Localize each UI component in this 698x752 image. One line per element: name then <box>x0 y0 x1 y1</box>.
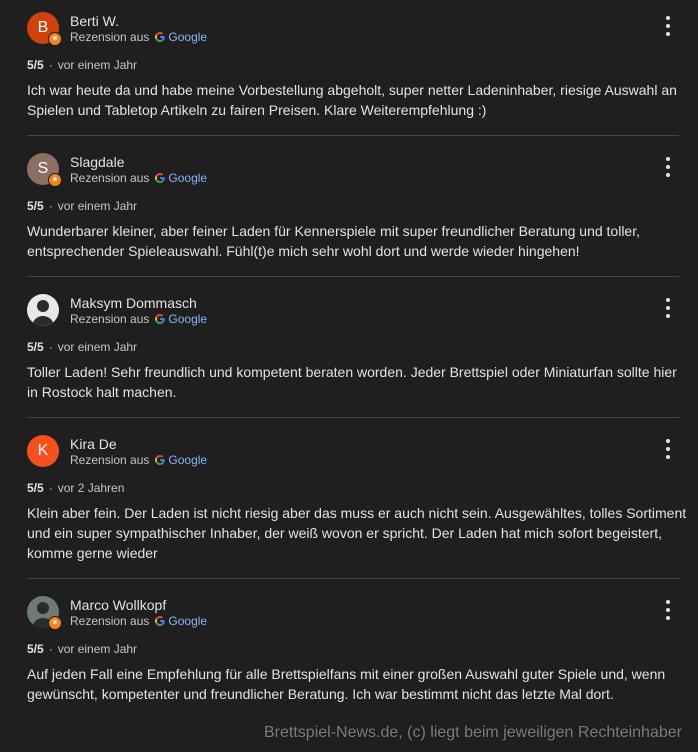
review-header: ✷ Marco Wollkopf Rezension aus Google <box>27 590 679 636</box>
avatar[interactable] <box>27 294 59 326</box>
google-g-icon <box>155 173 166 183</box>
review-meta: 5/5 · vor einem Jahr <box>27 636 679 662</box>
review-meta: 5/5 · vor 2 Jahren <box>27 475 679 501</box>
review-text: Klein aber fein. Der Laden ist nicht rie… <box>27 505 687 561</box>
review-source: Rezension aus Google <box>70 614 207 628</box>
review-author[interactable]: Marco Wollkopf <box>70 597 166 613</box>
google-g-icon <box>155 455 166 465</box>
local-guide-badge-icon: ✷ <box>48 173 62 187</box>
review-item: ✷ Marco Wollkopf Rezension aus Google 5/5 · vo… <box>27 590 679 719</box>
more-options-icon[interactable] <box>665 16 671 36</box>
review-text: Toller Laden! Sehr freundlich und kompet… <box>27 364 677 400</box>
review-header: K Kira De Rezension aus Google <box>27 429 679 475</box>
review-time: vor einem Jahr <box>57 340 138 354</box>
review-item: S ✷ Slagdale Rezension aus Google 5/5 · vor ein… <box>27 147 679 277</box>
source-link[interactable]: Google <box>168 614 207 628</box>
review-source: Rezension aus Google <box>70 30 207 44</box>
source-prefix: Rezension aus <box>70 453 150 467</box>
separator: · <box>48 481 53 495</box>
source-link[interactable]: Google <box>168 453 207 467</box>
review-source: Rezension aus Google <box>70 171 207 185</box>
review-text: Ich war heute da und habe meine Vorbeste… <box>27 82 677 118</box>
source-prefix: Rezension aus <box>70 312 150 326</box>
review-text: Wunderbarer kleiner, aber feiner Laden f… <box>27 223 640 259</box>
source-link[interactable]: Google <box>168 30 207 44</box>
local-guide-badge-icon: ✷ <box>48 32 62 46</box>
review-header: B ✷ Berti W. Rezension aus Google <box>27 6 679 52</box>
separator: · <box>48 642 53 656</box>
separator: · <box>48 58 53 72</box>
source-prefix: Rezension aus <box>70 614 150 628</box>
review-time: vor einem Jahr <box>57 58 138 72</box>
avatar-letter: K <box>27 435 59 467</box>
review-time: vor 2 Jahren <box>57 481 125 495</box>
avatar[interactable]: K <box>27 435 59 467</box>
rating: 5/5 <box>27 481 44 495</box>
more-options-icon[interactable] <box>665 439 671 459</box>
rating: 5/5 <box>27 58 44 72</box>
review-header: Maksym Dommasch Rezension aus Google <box>27 288 679 334</box>
review-item: Maksym Dommasch Rezension aus Google 5/5 · vo… <box>27 288 679 418</box>
review-author[interactable]: Maksym Dommasch <box>70 295 197 311</box>
more-options-icon[interactable] <box>665 157 671 177</box>
source-link[interactable]: Google <box>168 171 207 185</box>
review-item: B ✷ Berti W. Rezension aus Google 5/5 · vor ein… <box>27 6 679 136</box>
review-header: S ✷ Slagdale Rezension aus Google <box>27 147 679 193</box>
review-time: vor einem Jahr <box>57 642 138 656</box>
rating: 5/5 <box>27 340 44 354</box>
review-author[interactable]: Slagdale <box>70 154 125 170</box>
avatar[interactable]: ✷ <box>27 596 62 630</box>
avatar[interactable]: B ✷ <box>27 12 62 46</box>
review-meta: 5/5 · vor einem Jahr <box>27 334 679 360</box>
source-prefix: Rezension aus <box>70 171 150 185</box>
review-text: Auf jeden Fall eine Empfehlung für alle … <box>27 666 666 702</box>
review-source: Rezension aus Google <box>70 453 207 467</box>
local-guide-badge-icon: ✷ <box>48 616 62 630</box>
separator: · <box>48 340 53 354</box>
review-author[interactable]: Kira De <box>70 436 117 452</box>
more-options-icon[interactable] <box>665 298 671 318</box>
review-meta: 5/5 · vor einem Jahr <box>27 193 679 219</box>
separator: · <box>48 199 53 213</box>
avatar-photo <box>27 294 59 326</box>
review-item: K Kira De Rezension aus Google 5/5 · vor 2 Jah… <box>27 429 686 579</box>
rating: 5/5 <box>27 199 44 213</box>
google-g-icon <box>155 616 166 626</box>
source-link[interactable]: Google <box>168 312 207 326</box>
review-time: vor einem Jahr <box>57 199 138 213</box>
watermark: Brettspiel-News.de, (c) liegt beim jewei… <box>264 724 682 741</box>
reviews-list: B ✷ Berti W. Rezension aus Google 5/5 · vor ein… <box>0 0 698 719</box>
google-g-icon <box>155 314 166 324</box>
review-author[interactable]: Berti W. <box>70 13 119 29</box>
review-source: Rezension aus Google <box>70 312 207 326</box>
avatar[interactable]: S ✷ <box>27 153 62 187</box>
source-prefix: Rezension aus <box>70 30 150 44</box>
rating: 5/5 <box>27 642 44 656</box>
more-options-icon[interactable] <box>665 600 671 620</box>
google-g-icon <box>155 32 166 42</box>
review-meta: 5/5 · vor einem Jahr <box>27 52 679 78</box>
